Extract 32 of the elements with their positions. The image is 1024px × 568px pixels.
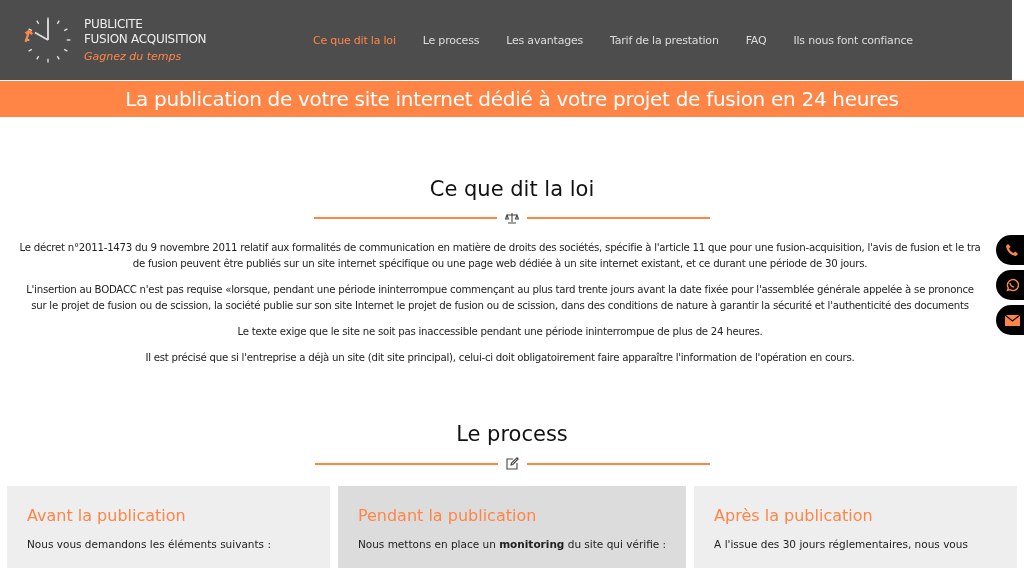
- card-text: Nous mettons en place un monitoring du site qui vérifie :: [357, 538, 667, 550]
- logo-title: PUBLICITE: [84, 16, 144, 32]
- card-text: Nous vous demandons les éléments suivants :: [27, 538, 272, 550]
- paragraph-line: Le décret n°2011-1473 du 9 novembre 2011 relatif aux formalités de communication en matière de droits des sociétés, spécifie à l'article 11 que pour une fusion-acquisition, l'avis de fusion et le tra: [19, 241, 981, 255]
- card-title: Avant la publication: [27, 505, 187, 527]
- chat-bubble-icon: [1005, 278, 1019, 292]
- paragraph-line: Le texte exige que le site ne soit pas inaccessible pendant une période ininterrompue de plus de 24 heures.: [237, 325, 763, 339]
- nav-link[interactable]: Les avantages: [506, 33, 584, 47]
- section-title: Le process: [455, 421, 569, 448]
- card-title: Après la publication: [714, 505, 874, 527]
- nav-link[interactable]: Ce que dit la loi: [313, 33, 396, 47]
- logo-subtitle: FUSION ACQUISITION: [84, 31, 207, 47]
- edit-icon: [505, 457, 519, 470]
- paragraph-line: de fusion peuvent être publiés sur un site internet spécifique ou une page web dédiée à un site internet existant, et ce durant une période de 30 jours.: [132, 257, 868, 271]
- banner-title: La publication de votre site internet dédié à votre projet de fusion en 24 heures: [125, 87, 899, 111]
- nav-link[interactable]: Le process: [422, 33, 480, 47]
- paragraph-line: sur le projet de fusion ou de scission, la société publie sur son site Internet le projet de fusion ou de scission, dans des conditions de nature à garantir la sécurité et l'authenticité des documents: [31, 299, 969, 313]
- whatsapp-button[interactable]: [996, 270, 1024, 300]
- mail-icon: [1004, 314, 1020, 326]
- scales-icon: [505, 212, 519, 224]
- mail-button[interactable]: [996, 305, 1024, 335]
- paragraph-line: Il est précisé que si l'entreprise a déjà un site (dit site principal), celui-ci doit obligatoirement faire apparaître l'information de l'opération en cours.: [145, 351, 855, 365]
- logo-tagline: Gagnez du temps: [84, 48, 183, 64]
- card-title: Pendant la publication: [357, 505, 538, 527]
- section-title: Ce que dit la loi: [428, 176, 596, 203]
- phone-button[interactable]: [996, 235, 1024, 265]
- card-text: A l'issue des 30 jours réglementaires, nous vous: [714, 538, 969, 550]
- nav-link[interactable]: FAQ: [745, 33, 767, 47]
- nav-link[interactable]: Ils nous font confiance: [793, 33, 913, 47]
- nav-link[interactable]: Tarif de la prestation: [610, 33, 719, 47]
- phone-icon: [1005, 243, 1019, 257]
- paragraph-line: L'insertion au BODACC n'est pas requise «lorsque, pendant une période ininterrompue commençant au plus tard trente jours avant la date fixée pour l'assemblée générale appelée à se prononce: [26, 283, 974, 297]
